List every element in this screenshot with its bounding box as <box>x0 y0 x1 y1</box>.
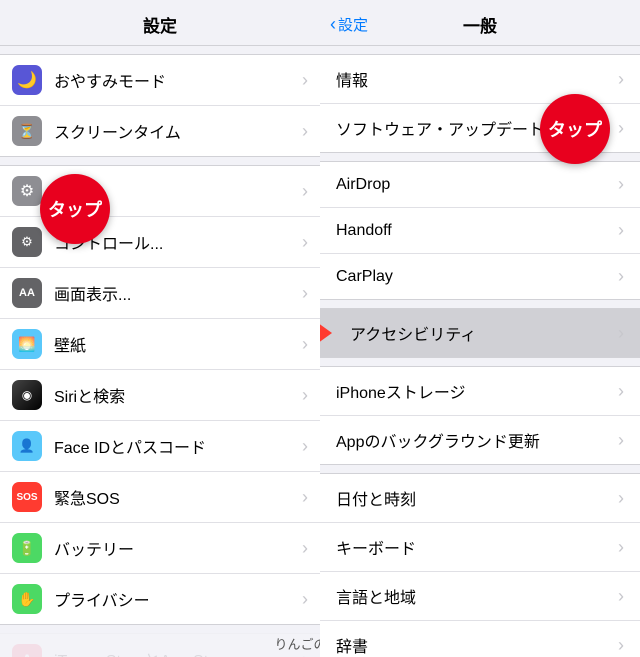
chevron-icon <box>618 69 624 90</box>
row-screentime[interactable]: ⏳ スクリーンタイム <box>0 106 320 156</box>
watermark: りんごの使い方 <box>0 630 320 657</box>
chevron-icon <box>302 538 308 559</box>
software-label: ソフトウェア・アップデート <box>336 116 544 140</box>
chevron-icon <box>302 589 308 610</box>
left-group-2: ⚙ 一般 タップ ⚙ コントロール... AA 画面表示... 🌅 壁紙 ◉ S… <box>0 165 320 625</box>
carplay-label: CarPlay <box>336 268 393 286</box>
tap-badge-left: タップ <box>40 174 110 244</box>
row-battery[interactable]: 🔋 バッテリー <box>0 523 320 574</box>
display-label: 画面表示... <box>54 281 302 305</box>
oyasumi-label: おやすみモード <box>54 68 302 92</box>
storage-label: iPhoneストレージ <box>336 379 466 403</box>
display-icon: AA <box>12 278 42 308</box>
handoff-label: Handoff <box>336 222 392 240</box>
row-handoff[interactable]: Handoff <box>320 208 640 254</box>
watermark-text: りんごの使い方 <box>274 637 320 652</box>
battery-icon: 🔋 <box>12 533 42 563</box>
row-accessibility[interactable]: アクセシビリティ <box>320 309 640 357</box>
row-dictionary[interactable]: 辞書 <box>320 621 640 657</box>
chevron-icon <box>618 174 624 195</box>
row-iphone-storage[interactable]: iPhoneストレージ <box>320 367 640 416</box>
row-keyboard[interactable]: キーボード <box>320 523 640 572</box>
row-software-update[interactable]: ソフトウェア・アップデート タップ <box>320 104 640 152</box>
row-info[interactable]: 情報 <box>320 55 640 104</box>
row-sos[interactable]: SOS 緊急SOS <box>0 472 320 523</box>
language-label: 言語と地域 <box>336 584 416 608</box>
tap-badge-right: タップ <box>540 94 610 164</box>
row-privacy[interactable]: ✋ プライバシー <box>0 574 320 624</box>
right-group-2: AirDrop Handoff CarPlay <box>320 161 640 300</box>
left-header: 設定 <box>0 0 320 46</box>
gear-icon: ⚙ <box>12 176 42 206</box>
row-oyasumi[interactable]: 🌙 おやすみモード <box>0 55 320 106</box>
row-siri[interactable]: ◉ Siriと検索 <box>0 370 320 421</box>
info-label: 情報 <box>336 67 368 91</box>
appbg-label: Appのバックグラウンド更新 <box>336 428 540 452</box>
screentime-label: スクリーンタイム <box>54 119 302 143</box>
hourglass-icon: ⏳ <box>12 116 42 146</box>
wallpaper-icon: 🌅 <box>12 329 42 359</box>
right-group-4: iPhoneストレージ Appのバックグラウンド更新 <box>320 366 640 465</box>
chevron-icon <box>618 430 624 451</box>
right-group-3: アクセシビリティ <box>320 308 640 358</box>
chevron-icon <box>302 70 308 91</box>
control-icon: ⚙ <box>12 227 42 257</box>
back-button[interactable]: ‹ 設定 <box>330 14 368 35</box>
chevron-icon <box>302 181 308 202</box>
row-airdrop[interactable]: AirDrop <box>320 162 640 208</box>
back-chevron-icon: ‹ <box>330 14 336 35</box>
accessibility-arrow <box>320 323 332 343</box>
chevron-icon <box>302 232 308 253</box>
chevron-icon <box>302 436 308 457</box>
dictionary-label: 辞書 <box>336 633 368 657</box>
accessibility-label: アクセシビリティ <box>336 321 476 345</box>
row-app-background[interactable]: Appのバックグラウンド更新 <box>320 416 640 464</box>
siri-icon: ◉ <box>12 380 42 410</box>
back-label: 設定 <box>338 14 368 35</box>
chevron-icon <box>618 586 624 607</box>
left-panel: 設定 🌙 おやすみモード ⏳ スクリーンタイム ⚙ 一般 タップ ⚙ コントロー… <box>0 0 320 657</box>
chevron-icon <box>302 487 308 508</box>
chevron-icon <box>618 266 624 287</box>
row-language[interactable]: 言語と地域 <box>320 572 640 621</box>
keyboard-label: キーボード <box>336 535 416 559</box>
wallpaper-label: 壁紙 <box>54 332 302 356</box>
chevron-icon <box>302 283 308 304</box>
moon-icon: 🌙 <box>12 65 42 95</box>
left-title: 設定 <box>143 17 177 36</box>
row-faceid[interactable]: 👤 Face IDとパスコード <box>0 421 320 472</box>
siri-label: Siriと検索 <box>54 383 302 407</box>
chevron-icon <box>618 220 624 241</box>
chevron-icon <box>302 121 308 142</box>
row-datetime[interactable]: 日付と時刻 <box>320 474 640 523</box>
right-header: ‹ 設定 一般 <box>320 0 640 46</box>
row-display[interactable]: AA 画面表示... <box>0 268 320 319</box>
left-group-1: 🌙 おやすみモード ⏳ スクリーンタイム <box>0 54 320 157</box>
privacy-icon: ✋ <box>12 584 42 614</box>
chevron-icon <box>618 118 624 139</box>
airdrop-label: AirDrop <box>336 176 390 194</box>
right-group-1: 情報 ソフトウェア・アップデート タップ <box>320 54 640 153</box>
chevron-icon <box>302 385 308 406</box>
sos-label: 緊急SOS <box>54 485 302 509</box>
chevron-icon <box>618 635 624 656</box>
privacy-label: プライバシー <box>54 587 302 611</box>
faceid-icon: 👤 <box>12 431 42 461</box>
right-panel: ‹ 設定 一般 情報 ソフトウェア・アップデート タップ AirDrop Han… <box>320 0 640 657</box>
battery-label: バッテリー <box>54 536 302 560</box>
chevron-icon <box>618 323 624 344</box>
row-carplay[interactable]: CarPlay <box>320 254 640 299</box>
chevron-icon <box>302 334 308 355</box>
faceid-label: Face IDとパスコード <box>54 434 302 458</box>
row-general[interactable]: ⚙ 一般 タップ <box>0 166 320 217</box>
datetime-label: 日付と時刻 <box>336 486 416 510</box>
sos-icon: SOS <box>12 482 42 512</box>
chevron-icon <box>618 488 624 509</box>
chevron-icon <box>618 537 624 558</box>
row-wallpaper[interactable]: 🌅 壁紙 <box>0 319 320 370</box>
right-title: 一般 <box>463 12 497 37</box>
right-group-5: 日付と時刻 キーボード 言語と地域 辞書 <box>320 473 640 657</box>
chevron-icon <box>618 381 624 402</box>
